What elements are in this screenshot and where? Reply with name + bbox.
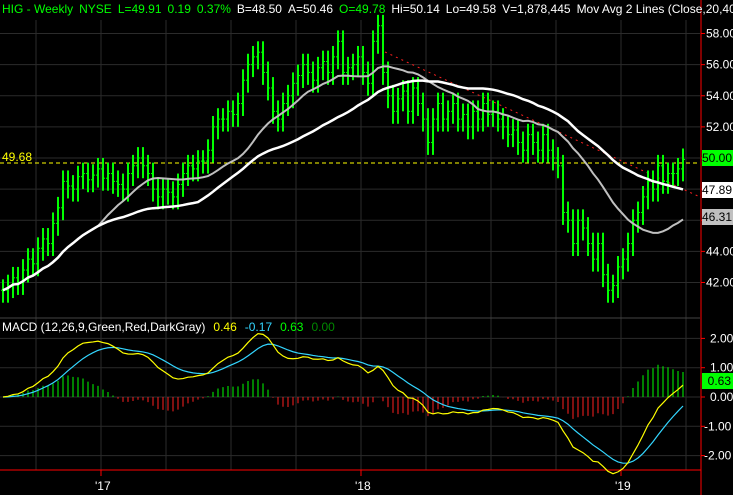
price-tick-label: 58.00 — [706, 27, 733, 41]
x-tick-label: '18 — [355, 479, 371, 493]
price-tick-label: 54.00 — [706, 89, 733, 103]
extra-value: 0.00 — [311, 320, 335, 334]
high: Hi=50.14 — [391, 2, 440, 16]
price-tick-label: 52.00 — [706, 120, 733, 134]
macd-header: MACD (12,26,9,Green,Red,DarkGray) 0.46 -0.… — [2, 320, 343, 334]
macd-tick-label: 0.00 — [710, 390, 733, 404]
macd-value: 0.46 — [213, 320, 237, 334]
change-pct: 0.37% — [196, 2, 231, 16]
change: 0.19 — [167, 2, 191, 16]
macd-study-label[interactable]: MACD (12,26,9,Green,Red,DarkGray) — [2, 320, 205, 334]
study-label[interactable]: Mov Avg 2 Lines (Close,20,40,0) — [577, 2, 733, 16]
x-tick-label: '17 — [95, 479, 111, 493]
ma40-line — [2, 79, 684, 292]
macd-tick-label: -1.00 — [704, 419, 732, 433]
price-tick-label: 42.00 — [706, 275, 733, 289]
chart-canvas: 42.0044.0046.0048.0050.0052.0054.0056.00… — [0, 0, 733, 495]
last-price-tag: 50.00 — [702, 150, 733, 166]
quote-header: HIG - Weekly NYSE L=49.91 0.19 0.37% B=48.50 A… — [2, 2, 733, 16]
last-price: L=49.91 — [117, 2, 162, 16]
symbol[interactable]: HIG - Weekly — [2, 2, 73, 16]
macd-tick-label: 2.00 — [710, 331, 733, 345]
signal-value: -0.17 — [244, 320, 273, 334]
price-tick-label: 56.00 — [706, 58, 733, 72]
ma20-tag: 46.31 — [702, 209, 733, 225]
ma40-tag: 47.89 — [702, 182, 733, 198]
price-tick-label: 44.00 — [706, 244, 733, 258]
x-tick-label: '19 — [615, 479, 631, 493]
macd-hist-tag: 0.63 — [702, 373, 733, 389]
macd-signal-line — [2, 343, 684, 464]
exchange: NYSE — [79, 2, 112, 16]
hist-value: 0.63 — [280, 320, 304, 334]
macd-line — [2, 333, 684, 475]
volume: V=1,878,445 — [502, 2, 571, 16]
macd-tick-label: -2.00 — [704, 449, 732, 463]
open: O=49.78 — [339, 2, 386, 16]
reference-line-label: 49.68 — [2, 150, 33, 164]
low: Lo=49.58 — [445, 2, 497, 16]
ask: A=50.46 — [287, 2, 334, 16]
bid: B=48.50 — [236, 2, 282, 16]
